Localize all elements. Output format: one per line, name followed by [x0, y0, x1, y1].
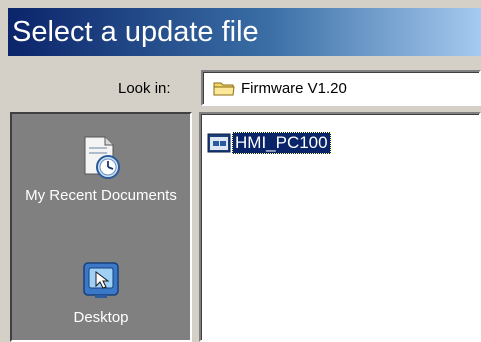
file-icon [207, 133, 231, 153]
look-in-label: Look in: [118, 80, 171, 97]
look-in-value: Firmware V1.20 [241, 79, 347, 97]
place-label: My Recent Documents [25, 187, 177, 204]
file-name: HMI_PC100 [232, 132, 331, 154]
dialog-title: Select a update file [12, 16, 259, 48]
desktop-icon [83, 262, 119, 298]
place-label: Desktop [73, 309, 129, 326]
file-list[interactable]: HMI_PC100 [199, 112, 481, 342]
look-in-dropdown[interactable]: Firmware V1.20 [201, 70, 481, 106]
file-item[interactable]: HMI_PC100 [207, 132, 331, 154]
places-bar: My Recent Documents Desktop [10, 112, 192, 342]
place-desktop[interactable]: Desktop [12, 260, 190, 327]
folder-icon [213, 82, 235, 96]
dialog-title-bar[interactable]: Select a update file [8, 8, 481, 56]
place-my-recent-documents[interactable]: My Recent Documents [12, 134, 190, 205]
recent-documents-icon [84, 136, 120, 179]
